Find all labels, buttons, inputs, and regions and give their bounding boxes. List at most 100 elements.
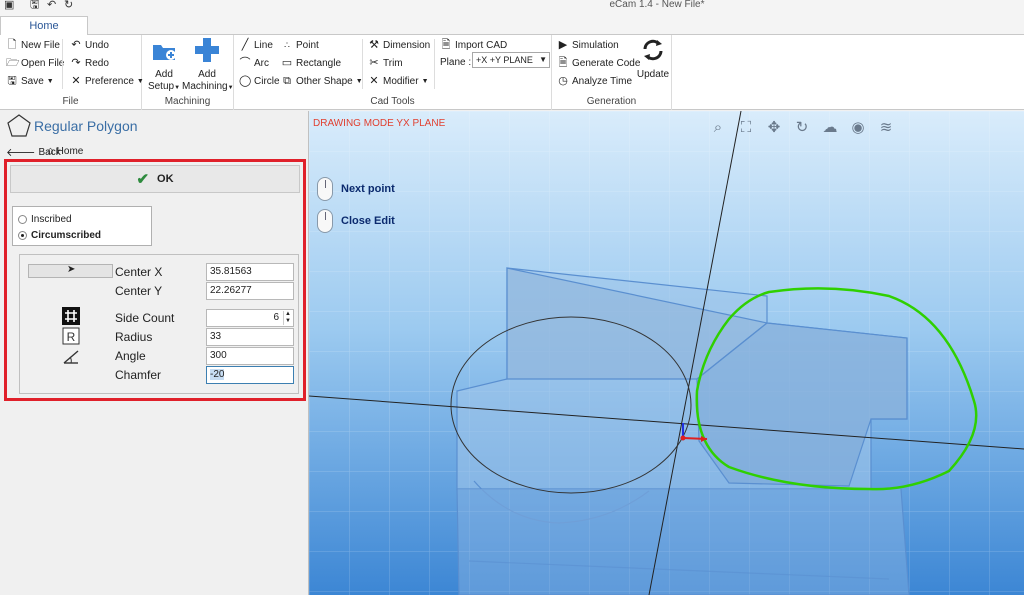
pentagon-icon [7, 114, 31, 137]
chamfer-field[interactable]: -20 [206, 366, 294, 384]
rectangle-label: Rectangle [296, 57, 342, 69]
spinner-icon[interactable]: ▲ ▼ [283, 311, 292, 325]
undo-button[interactable]: ↶ Undo [70, 37, 109, 53]
polygon-type-group: Inscribed Circumscribed [12, 206, 152, 246]
divider [362, 39, 363, 89]
point-button[interactable]: ∴ Point [281, 37, 319, 53]
save-label: Save [21, 75, 44, 87]
trim-button[interactable]: ✂ Trim [368, 55, 403, 71]
generation-group: ▶ Simulation 🗎 Generate Code ◷ Analyze Time… [552, 35, 672, 110]
plane-select[interactable]: +X +Y PLANE ▼ [472, 52, 550, 68]
new-file-icon: 🗋 [7, 39, 17, 51]
ribbon-tab-row: Home [0, 14, 1024, 36]
tab-home[interactable]: Home [0, 16, 88, 36]
document-icon: 🗎 [558, 57, 568, 69]
cad-tools-group-label: Cad Tools [370, 96, 415, 107]
arc-label: Arc [254, 57, 269, 69]
solid-view-icon[interactable]: ☁ [819, 117, 841, 139]
point-icon: ∴ [284, 40, 290, 50]
arc-button[interactable]: ⌒ Arc [239, 55, 270, 71]
inscribed-radio[interactable]: Inscribed [18, 214, 72, 225]
line-button[interactable]: ╱ Line [239, 37, 273, 53]
save-button[interactable]: 🖫 Save ▼ [6, 73, 53, 89]
shaded-view-icon[interactable]: ◉ [847, 117, 869, 139]
title-bar: ▣ 🖫 ↶ ↻ eCam 1.4 - New File* [0, 0, 1024, 14]
preference-button[interactable]: ✕ Preference ▼ [70, 73, 143, 89]
side-count-stepper[interactable]: 6 ▲ ▼ [206, 309, 294, 327]
angle-label: Angle [115, 349, 146, 363]
point-label: Point [296, 39, 319, 51]
rectangle-icon: ▭ [281, 57, 293, 69]
pick-center-button[interactable]: ➤ [28, 264, 113, 278]
open-file-button[interactable]: 🗁 Open File [6, 55, 64, 71]
machining-group-label: Machining [164, 96, 211, 107]
radius-field[interactable]: 33 [206, 328, 294, 346]
properties-panel: Regular Polygon 🡐 Back ⌂ Home ✔ OK Inscr… [0, 111, 309, 595]
chevron-down-icon: ▼ [539, 55, 547, 64]
layers-icon[interactable]: ≋ [875, 117, 897, 139]
hash-icon [62, 307, 80, 325]
analyze-time-label: Analyze Time [572, 75, 633, 87]
redo-button[interactable]: ↷ Redo [70, 55, 109, 71]
close-edit-label: Close Edit [341, 215, 395, 227]
circumscribed-radio[interactable]: Circumscribed [18, 230, 101, 241]
add-setup-label-1: Add [155, 69, 173, 80]
view-toolbar: ⌕ ⛶ ✥ ↻ ☁ ◉ ≋ [707, 117, 897, 139]
parameters-box: ➤ Center X 35.81563 Center Y 22.26277 Si… [19, 254, 299, 394]
ok-label: OK [157, 173, 174, 185]
add-machining-icon [195, 38, 219, 62]
clock-icon: ◷ [558, 75, 568, 87]
rotate-icon[interactable]: ↻ [791, 117, 813, 139]
rectangle-button[interactable]: ▭ Rectangle [281, 55, 341, 71]
center-x-field[interactable]: 35.81563 [206, 263, 294, 281]
arc-icon: ⌒ [239, 57, 251, 69]
add-machining-label-2: Machining▼ [182, 81, 234, 92]
drawing-viewport[interactable]: DRAWING MODE YX PLANE Next point Close E… [309, 111, 1024, 595]
svg-text:R: R [67, 330, 76, 344]
generate-code-button[interactable]: 🗎 Generate Code [557, 55, 641, 71]
circumscribed-label: Circumscribed [31, 230, 102, 241]
trim-label: Trim [383, 57, 403, 69]
preference-icon: ✕ [71, 75, 81, 87]
analyze-time-button[interactable]: ◷ Analyze Time [557, 73, 632, 89]
redo-icon: ↷ [71, 57, 81, 69]
home-link[interactable]: ⌂ Home [47, 145, 83, 157]
import-cad-button[interactable]: 🗎 Import CAD [440, 37, 508, 53]
add-setup-label-2: Setup▼ [147, 81, 181, 92]
import-cad-label: Import CAD [455, 39, 508, 51]
mouse-left-icon [317, 177, 333, 201]
radio-off-icon [18, 215, 27, 224]
center-y-field[interactable]: 22.26277 [206, 282, 294, 300]
other-shape-icon: ⧉ [283, 75, 291, 87]
cad-tools-group: ╱ Line ⌒ Arc ◯ Circle ∴ Point ▭ Rectangle ⧉ Ot… [234, 35, 552, 110]
checkmark-icon: ✔ [136, 171, 150, 188]
circle-button[interactable]: ◯ Circle [239, 73, 280, 89]
ok-button[interactable]: ✔ OK [10, 165, 300, 193]
close-edit-hint: Close Edit [317, 209, 395, 233]
save-icon: 🖫 [7, 75, 17, 87]
modifier-button[interactable]: ✕ Modifier ▼ [368, 73, 428, 89]
scene-canvas[interactable] [309, 111, 1024, 595]
undo-icon: ↶ [71, 39, 81, 51]
center-y-label: Center Y [115, 284, 163, 298]
chamfer-label: Chamfer [115, 368, 162, 382]
center-x-label: Center X [115, 265, 163, 279]
file-group-label: File [62, 96, 79, 107]
angle-field[interactable]: 300 [206, 347, 294, 365]
zoom-extents-icon[interactable]: ⛶ [735, 117, 757, 139]
refresh-icon [643, 39, 663, 61]
next-point-label: Next point [341, 183, 395, 195]
mouse-right-icon [317, 209, 333, 233]
pan-icon[interactable]: ✥ [763, 117, 785, 139]
dimension-button[interactable]: ⚒ Dimension [368, 37, 430, 53]
add-setup-button[interactable]: Add Setup▼ [146, 37, 182, 94]
simulation-button[interactable]: ▶ Simulation [557, 37, 619, 53]
modifier-label: Modifier [383, 75, 419, 87]
open-file-icon: 🗁 [6, 57, 20, 69]
line-label: Line [254, 39, 273, 51]
update-button[interactable]: Update [636, 37, 670, 81]
other-shape-button[interactable]: ⧉ Other Shape ▼ [281, 73, 363, 89]
add-machining-button[interactable]: Add Machining▼ [182, 37, 234, 94]
new-file-button[interactable]: 🗋 New File [6, 37, 60, 53]
zoom-window-icon[interactable]: ⌕ [707, 117, 729, 139]
